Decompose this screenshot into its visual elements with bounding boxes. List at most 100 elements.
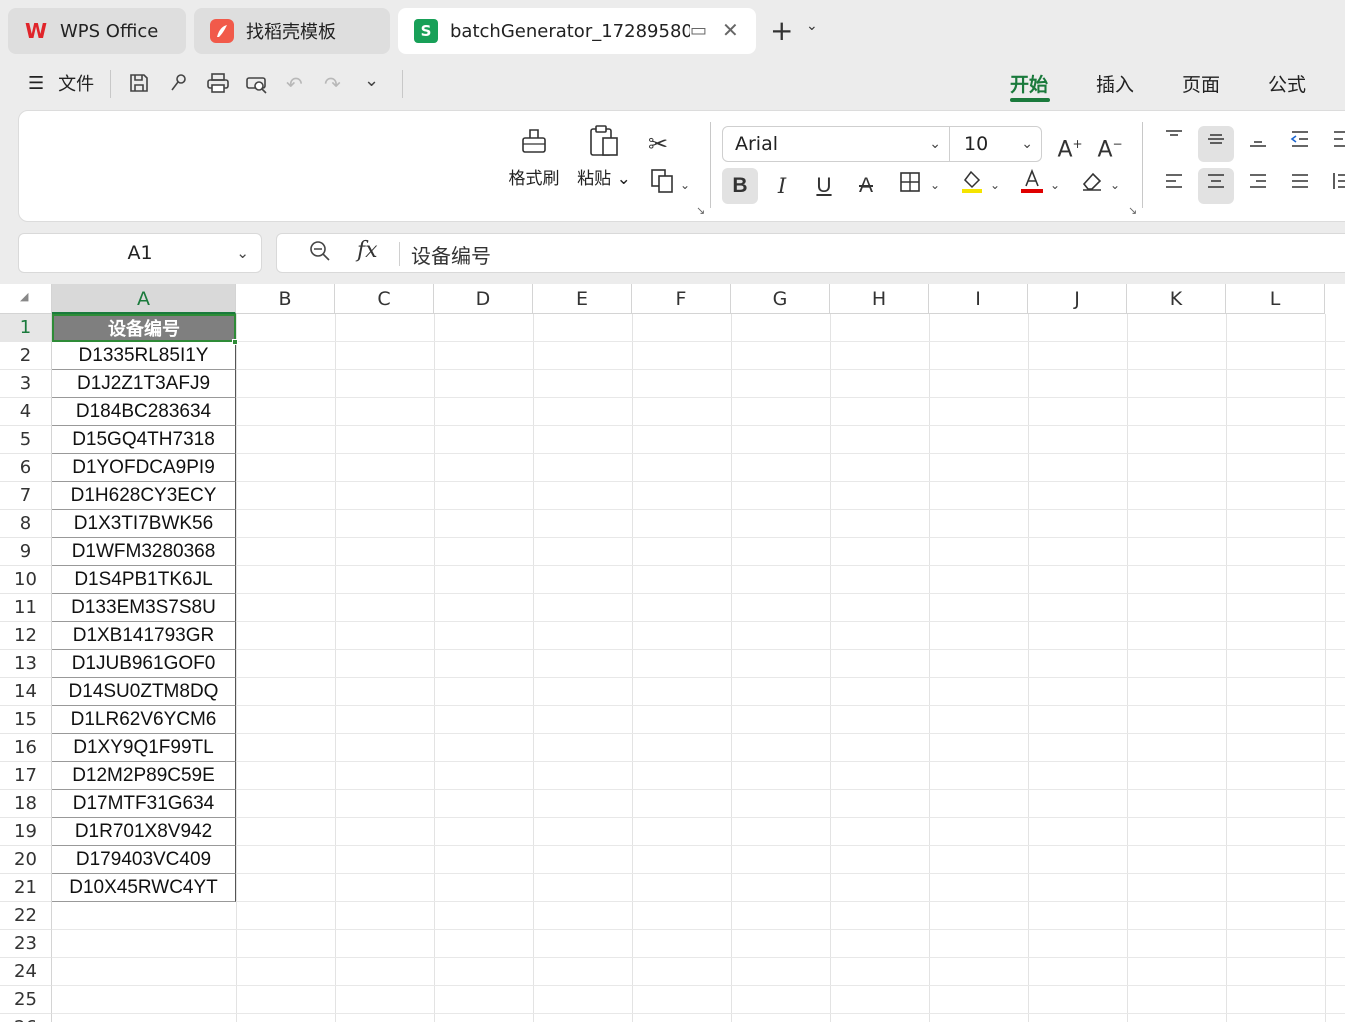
underline-button[interactable]: U xyxy=(806,168,842,204)
cell-a7[interactable]: D1H628CY3ECY xyxy=(52,482,236,510)
row-header-14[interactable]: 14 xyxy=(0,678,52,706)
tab-docer-templates[interactable]: 找稻壳模板 xyxy=(194,8,390,54)
column-header-f[interactable]: F xyxy=(632,284,731,314)
chevron-down-icon[interactable]: ⌄ xyxy=(1110,178,1120,192)
close-icon[interactable]: ✕ xyxy=(722,18,739,42)
row-header-10[interactable]: 10 xyxy=(0,566,52,594)
monitor-icon[interactable]: ▭ xyxy=(690,20,707,41)
share-icon[interactable] xyxy=(168,72,190,99)
cell-a10[interactable]: D1S4PB1TK6JL xyxy=(52,566,236,594)
chevron-down-icon[interactable]: ⌄ xyxy=(930,178,940,192)
row-header-12[interactable]: 12 xyxy=(0,622,52,650)
row-header-20[interactable]: 20 xyxy=(0,846,52,874)
eraser-icon[interactable] xyxy=(1074,168,1110,204)
chevron-down-icon[interactable]: ⌄ xyxy=(680,178,690,192)
cell-a11[interactable]: D133EM3S7S8U xyxy=(52,594,236,622)
cell-a4[interactable]: D184BC283634 xyxy=(52,398,236,426)
row-header-4[interactable]: 4 xyxy=(0,398,52,426)
row-header-5[interactable]: 5 xyxy=(0,426,52,454)
row-header-3[interactable]: 3 xyxy=(0,370,52,398)
row-header-19[interactable]: 19 xyxy=(0,818,52,846)
align-right-icon[interactable] xyxy=(1240,168,1276,204)
undo-icon[interactable]: ↶ xyxy=(286,72,303,96)
cell-a12[interactable]: D1XB141793GR xyxy=(52,622,236,650)
cell-a18[interactable]: D17MTF31G634 xyxy=(52,790,236,818)
print-icon[interactable] xyxy=(206,72,230,99)
font-color-icon[interactable] xyxy=(1014,168,1050,204)
column-header-c[interactable]: C xyxy=(335,284,434,314)
cut-icon[interactable]: ✂ xyxy=(640,126,676,162)
chevron-down-icon[interactable]: ⌄ xyxy=(1050,178,1060,192)
justify-icon[interactable] xyxy=(1282,168,1318,204)
column-header-e[interactable]: E xyxy=(533,284,632,314)
align-middle-icon[interactable] xyxy=(1198,126,1234,162)
row-header-11[interactable]: 11 xyxy=(0,594,52,622)
cell-a8[interactable]: D1X3TI7BWK56 xyxy=(52,510,236,538)
decrease-font-icon[interactable]: A− xyxy=(1092,126,1128,162)
copy-icon[interactable] xyxy=(644,168,680,204)
font-name-select[interactable]: Arial ⌄ xyxy=(722,126,950,162)
row-header-6[interactable]: 6 xyxy=(0,454,52,482)
column-header-d[interactable]: D xyxy=(434,284,533,314)
zoom-icon[interactable] xyxy=(309,240,331,267)
column-header-k[interactable]: K xyxy=(1127,284,1226,314)
cell-a2[interactable]: D1335RL85I1Y xyxy=(52,342,236,370)
row-header-9[interactable]: 9 xyxy=(0,538,52,566)
cell-a1-header[interactable]: 设备编号 xyxy=(52,314,236,342)
borders-icon[interactable] xyxy=(892,168,928,204)
chevron-down-icon[interactable]: ⌄ xyxy=(990,178,1000,192)
column-header-g[interactable]: G xyxy=(731,284,830,314)
tab-insert[interactable]: 插入 xyxy=(1096,70,1134,97)
column-header-i[interactable]: I xyxy=(929,284,1028,314)
column-header-j[interactable]: J xyxy=(1028,284,1127,314)
redo-icon[interactable]: ↷ xyxy=(324,72,341,96)
chevron-down-icon[interactable]: ⌄ xyxy=(806,18,818,34)
tab-spreadsheet-active[interactable]: S batchGenerator_172895803 ▭ ✕ xyxy=(398,8,756,54)
column-header-a[interactable]: A xyxy=(52,284,236,314)
fill-color-icon[interactable] xyxy=(954,168,990,204)
align-top-icon[interactable] xyxy=(1156,126,1192,162)
row-header-8[interactable]: 8 xyxy=(0,510,52,538)
tab-wps-office[interactable]: W WPS Office xyxy=(8,8,186,54)
row-header-21[interactable]: 21 xyxy=(0,874,52,902)
row-header-25[interactable]: 25 xyxy=(0,986,52,1014)
cell-a6[interactable]: D1YOFDCA9PI9 xyxy=(52,454,236,482)
bold-button[interactable]: B xyxy=(722,168,758,204)
spreadsheet-grid[interactable]: ◢ A B C D E F G H I J K L 1 2 3 4 5 6 7 8 9 10 11 12 13 14 15 16 17 1… xyxy=(0,284,1345,1022)
decrease-indent-icon[interactable] xyxy=(1282,126,1318,162)
insert-function-button[interactable]: fx xyxy=(357,238,378,263)
fill-handle[interactable] xyxy=(232,339,238,345)
select-all-button[interactable]: ◢ xyxy=(0,284,52,314)
tab-formula[interactable]: 公式 xyxy=(1268,70,1306,97)
cell-a17[interactable]: D12M2P89C59E xyxy=(52,762,236,790)
save-icon[interactable] xyxy=(128,72,150,99)
tab-home[interactable]: 开始 xyxy=(1010,70,1048,97)
print-preview-icon[interactable] xyxy=(245,72,269,99)
align-bottom-icon[interactable] xyxy=(1240,126,1276,162)
cell-a13[interactable]: D1JUB961GOF0 xyxy=(52,650,236,678)
cell-a19[interactable]: D1R701X8V942 xyxy=(52,818,236,846)
cell-a15[interactable]: D1LR62V6YCM6 xyxy=(52,706,236,734)
formula-input[interactable]: 设备编号 xyxy=(411,240,491,269)
cell-a5[interactable]: D15GQ4TH7318 xyxy=(52,426,236,454)
clipboard-dialog-launcher-icon[interactable]: ↘ xyxy=(696,204,705,217)
row-header-23[interactable]: 23 xyxy=(0,930,52,958)
row-header-1[interactable]: 1 xyxy=(0,314,52,342)
cell-a9[interactable]: D1WFM3280368 xyxy=(52,538,236,566)
increase-indent-icon[interactable] xyxy=(1324,126,1345,162)
row-header-18[interactable]: 18 xyxy=(0,790,52,818)
tab-page[interactable]: 页面 xyxy=(1182,70,1220,97)
font-size-select[interactable]: 10 ⌄ xyxy=(950,126,1042,162)
row-header-26[interactable]: 26 xyxy=(0,1014,52,1022)
row-header-22[interactable]: 22 xyxy=(0,902,52,930)
file-menu[interactable]: ☰ 文件 xyxy=(28,70,94,96)
plus-icon[interactable]: + xyxy=(770,14,793,48)
row-header-16[interactable]: 16 xyxy=(0,734,52,762)
cell-a14[interactable]: D14SU0ZTM8DQ xyxy=(52,678,236,706)
row-header-2[interactable]: 2 xyxy=(0,342,52,370)
row-header-13[interactable]: 13 xyxy=(0,650,52,678)
font-dialog-launcher-icon[interactable]: ↘ xyxy=(1128,204,1137,217)
name-box[interactable]: A1 ⌄ xyxy=(18,233,262,273)
row-header-15[interactable]: 15 xyxy=(0,706,52,734)
column-header-l[interactable]: L xyxy=(1226,284,1325,314)
